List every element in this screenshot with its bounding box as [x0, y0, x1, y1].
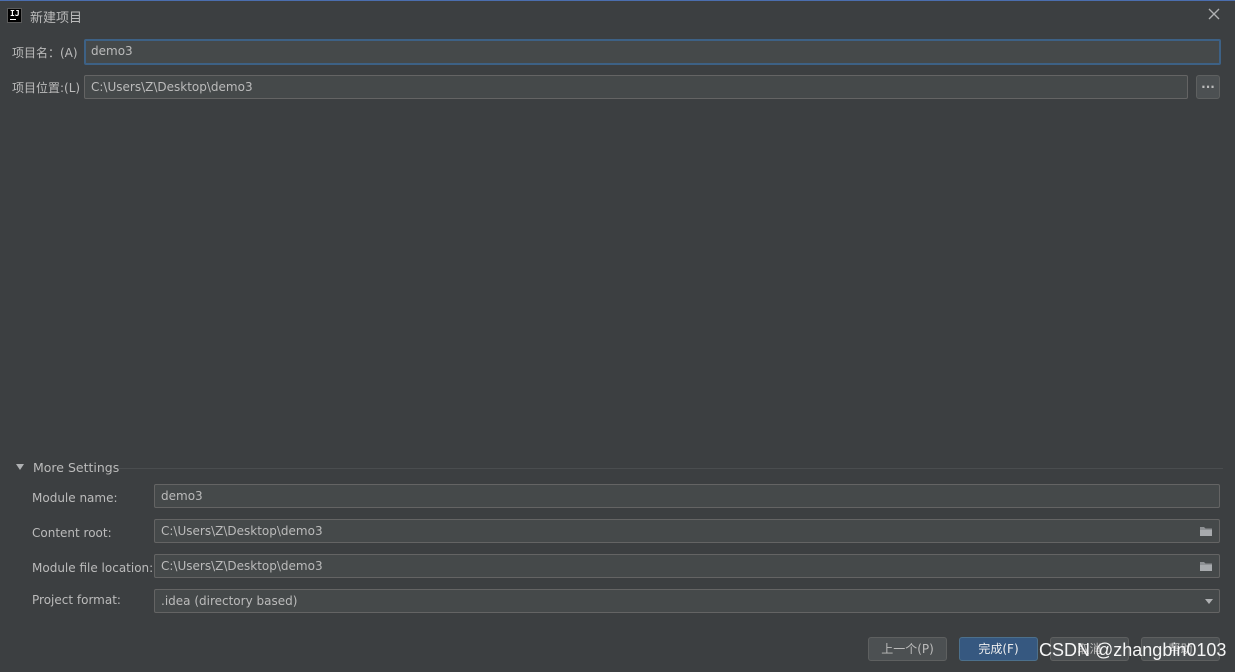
- project-format-label: Project format:: [32, 593, 121, 607]
- module-file-location-label: Module file location:: [32, 561, 154, 575]
- module-name-input[interactable]: demo3: [154, 484, 1220, 508]
- project-name-input[interactable]: demo3: [84, 39, 1221, 65]
- content-root-label: Content root:: [32, 526, 112, 540]
- section-divider: [118, 468, 1223, 469]
- intellij-logo-icon: IJ: [7, 8, 22, 23]
- previous-button[interactable]: 上一个(P): [868, 637, 947, 661]
- content-root-input[interactable]: C:\Users\Z\Desktop\demo3: [154, 519, 1220, 543]
- more-settings-title: More Settings: [33, 460, 120, 475]
- project-name-label: 项目名：(A): [12, 46, 78, 60]
- close-icon[interactable]: [1207, 7, 1221, 21]
- project-location-label: 项目位置:(L): [12, 81, 81, 95]
- dialog-title: 新建项目: [30, 11, 83, 26]
- title-bar: IJ 新建项目: [0, 1, 1235, 29]
- project-location-input[interactable]: C:\Users\Z\Desktop\demo3: [84, 75, 1188, 99]
- project-format-value: .idea (directory based): [161, 594, 298, 608]
- csdn-watermark: CSDN @zhangbin0103: [1039, 640, 1227, 660]
- finish-button[interactable]: 完成(F): [959, 637, 1038, 661]
- module-name-label: Module name:: [32, 491, 118, 505]
- chevron-down-icon: [1205, 599, 1213, 604]
- module-file-location-value: C:\Users\Z\Desktop\demo3: [161, 559, 323, 573]
- content-root-value: C:\Users\Z\Desktop\demo3: [161, 524, 323, 538]
- folder-icon[interactable]: [1199, 560, 1213, 572]
- browse-location-button[interactable]: ...: [1196, 75, 1220, 99]
- expand-triangle-icon: [16, 464, 24, 470]
- folder-icon[interactable]: [1199, 525, 1213, 537]
- project-format-select[interactable]: .idea (directory based): [154, 589, 1220, 613]
- module-file-location-input[interactable]: C:\Users\Z\Desktop\demo3: [154, 554, 1220, 578]
